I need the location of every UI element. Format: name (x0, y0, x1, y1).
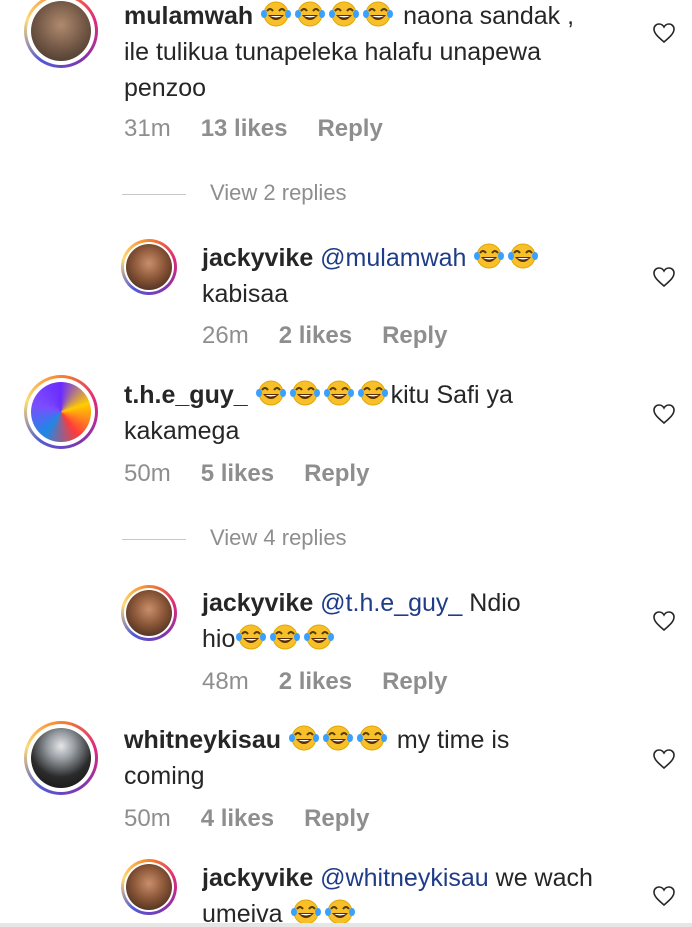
avatar-mulamwah[interactable] (24, 0, 98, 68)
timestamp: 26m (202, 322, 249, 349)
laugh-emoji-icon (289, 379, 321, 407)
laugh-emoji-icon (356, 724, 388, 752)
laugh-emoji-icon (507, 242, 539, 270)
bottom-edge (0, 923, 692, 927)
laugh-emoji-icon (290, 898, 322, 923)
reply-text-line2: hio (202, 625, 236, 653)
comment-text: whitneykisau my time is coming (124, 722, 604, 794)
laugh-emoji-icon (303, 623, 335, 651)
laugh-emoji-icon (473, 242, 505, 270)
timestamp: 50m (124, 805, 171, 832)
username[interactable]: jackyvike (202, 589, 313, 617)
comment-text: mulamwah naona sandak , ile tulikua tuna… (124, 0, 604, 106)
reply-meta: 26m 2 likes Reply (202, 322, 477, 350)
username[interactable]: t.h.e_guy_ (124, 381, 248, 409)
comment-text: t.h.e_guy_ kitu Safi ya kakamega (124, 377, 604, 449)
view-replies-label[interactable]: View 4 replies (210, 525, 347, 551)
laugh-emoji-icon (288, 724, 320, 752)
laugh-emoji-icon (269, 623, 301, 651)
divider (122, 539, 186, 540)
comment-text-line1: kitu Safi ya (390, 381, 513, 409)
comment-text-line1: naona sandak , (396, 2, 575, 30)
likes-count[interactable]: 4 likes (201, 805, 274, 832)
comment-text-line2: kakamega (124, 417, 240, 445)
view-replies-button[interactable]: View 2 replies (122, 180, 522, 210)
reply-button[interactable]: Reply (304, 460, 369, 487)
mention-link[interactable]: @mulamwah (320, 244, 466, 272)
laugh-emoji-icon (294, 0, 326, 28)
like-heart-icon[interactable] (652, 403, 676, 425)
like-heart-icon[interactable] (652, 610, 676, 632)
laugh-emoji-icon (324, 898, 356, 923)
mention-link[interactable]: @whitneykisau (320, 864, 489, 892)
likes-count[interactable]: 2 likes (279, 322, 352, 349)
avatar-jackyvike[interactable] (121, 239, 177, 295)
like-heart-icon[interactable] (652, 22, 676, 44)
reply-meta: 48m 2 likes Reply (202, 668, 477, 696)
laugh-emoji-icon (357, 379, 389, 407)
reply-text: jackyvike @whitneykisau we wach umeiva (202, 860, 642, 923)
comment-text-line2: coming (124, 762, 205, 790)
avatar-the-guy[interactable] (24, 375, 98, 449)
reply-text-line2: umeiva (202, 900, 283, 923)
laugh-emoji-icon (235, 623, 267, 651)
comment-text-line2: ile tulikua tunapeleka halafu unapewa (124, 38, 541, 66)
likes-count[interactable]: 13 likes (201, 115, 288, 142)
comment-text-line1: my time is (389, 726, 510, 754)
divider (122, 194, 186, 195)
reply-button[interactable]: Reply (382, 668, 447, 695)
username[interactable]: jackyvike (202, 864, 313, 892)
comment-meta: 50m 5 likes Reply (124, 460, 399, 488)
laugh-emoji-icon (323, 379, 355, 407)
username[interactable]: whitneykisau (124, 726, 281, 754)
username[interactable]: jackyvike (202, 244, 313, 272)
laugh-emoji-icon (255, 379, 287, 407)
username[interactable]: mulamwah (124, 2, 253, 30)
avatar-whitneykisau[interactable] (24, 721, 98, 795)
reply-text: jackyvike @t.h.e_guy_ Ndio hio (202, 585, 642, 657)
comment-text-line3: penzoo (124, 74, 207, 102)
view-replies-label[interactable]: View 2 replies (210, 180, 347, 206)
like-heart-icon[interactable] (652, 266, 676, 288)
avatar-jackyvike[interactable] (121, 859, 177, 915)
timestamp: 48m (202, 668, 249, 695)
reply-button[interactable]: Reply (382, 322, 447, 349)
timestamp: 31m (124, 115, 171, 142)
laugh-emoji-icon (322, 724, 354, 752)
likes-count[interactable]: 2 likes (279, 668, 352, 695)
timestamp: 50m (124, 460, 171, 487)
like-heart-icon[interactable] (652, 748, 676, 770)
reply-button[interactable]: Reply (304, 805, 369, 832)
like-heart-icon[interactable] (652, 885, 676, 907)
reply-text-line1: Ndio (462, 589, 521, 617)
reply-text-line1: we wach (488, 864, 593, 892)
laugh-emoji-icon (362, 0, 394, 28)
laugh-emoji-icon (328, 0, 360, 28)
comment-meta: 31m 13 likes Reply (124, 115, 413, 143)
avatar-jackyvike[interactable] (121, 585, 177, 641)
laugh-emoji-icon (260, 0, 292, 28)
reply-text-line2: kabisaa (202, 280, 289, 308)
reply-button[interactable]: Reply (317, 115, 382, 142)
reply-text: jackyvike @mulamwah kabisaa (202, 240, 642, 312)
likes-count[interactable]: 5 likes (201, 460, 274, 487)
mention-link[interactable]: @t.h.e_guy_ (320, 589, 462, 617)
view-replies-button[interactable]: View 4 replies (122, 525, 522, 555)
comment-meta: 50m 4 likes Reply (124, 805, 399, 833)
